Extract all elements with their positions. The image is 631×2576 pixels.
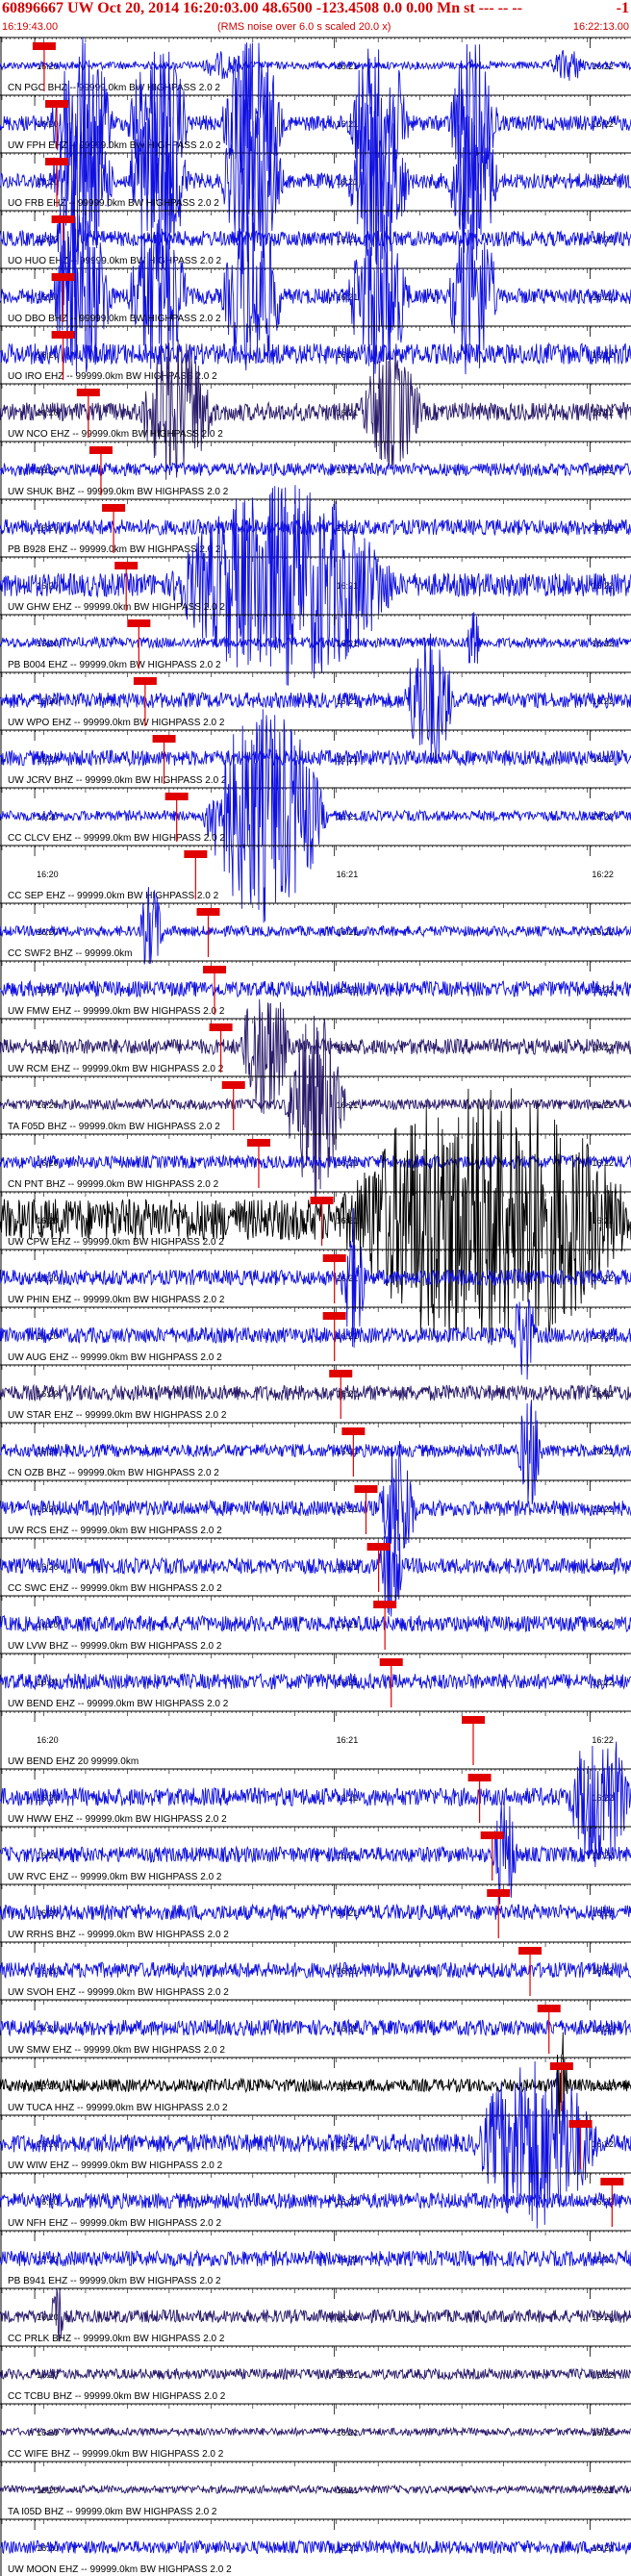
time-tick-label: 16:22 [592,870,614,879]
channel-label: CN OZB BHZ -- 99999.0km BW HIGHPASS 2.0 … [8,1468,219,1478]
rms-note: (RMS noise over 6.0 s scaled 20.0 x) [217,21,391,33]
waveform-trace[interactable] [0,485,631,686]
channel-label: UW BEND EHZ 20 99999.0km [8,1756,139,1767]
waveform-trace[interactable] [0,1614,631,1633]
channel-label: UW GHW EHZ -- 99999.0km BW HIGHPASS 2.0 … [8,602,225,613]
channel-label: UW PHIN EHZ -- 99999.0km BW HIGHPASS 2.0… [8,1295,225,1305]
channel-label: UW BEND EHZ -- 99999.0km BW HIGHPASS 2.0… [8,1699,229,1709]
time-tick-label: 16:21 [337,1735,359,1745]
channel-label: UO DBO BHZ -- 99999.0km BW HIGHPASS 2.0 … [8,314,221,324]
channel-label: CC CLCV EHZ -- 99999.0km BW HIGHPASS 2.0… [8,833,225,844]
channel-label: UW WPO EHZ -- 99999.0km BW HIGHPASS 2.0 … [8,718,225,728]
channel-label: TA F05D BHZ -- 99999.0km BW HIGHPASS 2.0… [8,1122,220,1132]
time-tick-label: 16:20 [37,1735,59,1745]
channel-label: UW NCO EHZ -- 99999.0km BW HIGHPASS 2.0 … [8,429,223,440]
channel-label: UW AUG EHZ -- 99999.0km BW HIGHPASS 2.0 … [8,1352,222,1363]
channel-label: UW RCS EHZ -- 99999.0km BW HIGHPASS 2.0 … [8,1526,222,1536]
waveform-trace[interactable] [0,1298,631,1380]
channel-label: UW FMW EHZ -- 99999.0km BW HIGHPASS 2.0 … [8,1006,225,1017]
channel-label: UW STAR EHZ -- 99999.0km BW HIGHPASS 2.0… [8,1410,227,1421]
channel-label: UO FRB EHZ -- 99999.0km BW HIGHPASS 2.0 … [8,198,219,209]
start-time: 16:19:43.00 [2,21,59,33]
channel-label: CC SWC EHZ -- 99999.0km BW HIGHPASS 2.0 … [8,1583,222,1594]
channel-label: CN PGC BHZ -- 99999.0km BW HIGHPASS 2.0 … [8,83,220,93]
channel-label: CC SWF2 BHZ -- 99999.0km [8,948,132,959]
channel-label: UW LVW BHZ -- 99999.0km BW HIGHPASS 2.0 … [8,1641,222,1652]
event-title: 60896667 UW Oct 20, 2014 16:20:03.00 48.… [2,0,522,16]
time-tick-label: 16:21 [337,870,359,879]
seismogram-panel[interactable]: 16:20 16:21 16:22 CN PGC BHZ -- 99999.0km B… [0,37,631,2576]
time-tick-label: 16:22 [592,1735,614,1745]
waveform-trace[interactable] [0,1672,631,1691]
waveform-trace[interactable] [0,341,631,366]
waveform-trace[interactable] [0,461,631,478]
channel-label: UW JCRV BHZ -- 99999.0km BW HIGHPASS 2.0… [8,775,227,786]
channel-label: CN PNT BHZ -- 99999.0km BW HIGHPASS 2.0 … [8,1179,219,1190]
channel-label: UW RCM EHZ -- 99999.0km BW HIGHPASS 2.0 … [8,1064,224,1074]
time-tick-label: 16:20 [37,870,59,879]
time-tick-label: 16:21 [337,177,359,187]
channel-label: UW HWW EHZ -- 99999.0km BW HIGHPASS 2.0 … [8,1814,227,1825]
channel-label: PB B004 EHZ -- 99999.0km BW HIGHPASS 2.0… [8,660,221,670]
waveform-trace[interactable] [0,50,631,81]
waveform-trace[interactable] [0,339,631,480]
end-time: 16:22:13.00 [572,21,629,33]
waveform-trace[interactable] [0,748,631,768]
channel-label: UW FPH EHZ -- 99999.0km BW HIGHPASS 2.0 … [8,140,221,151]
waveform-trace[interactable] [0,518,631,537]
event-flag: -1 [616,0,629,16]
channel-label: CC SEP EHZ -- 99999.0km BW HIGHPASS 2.0 … [8,891,219,901]
channel-label: PB B928 EHZ -- 99999.0km BW HIGHPASS 2.0… [8,544,221,555]
record-header: 60896667 UW Oct 20, 2014 16:20:03.00 48.… [0,0,631,37]
channel-label: UW CPW EHZ -- 99999.0km BW HIGHPASS 2.0 … [8,1237,224,1248]
channel-label: UO HUO EHZ -- 99999.0km BW HIGHPASS 2.0 … [8,256,222,266]
seismogram-traces[interactable]: 16:20 16:21 16:22 CN PGC BHZ -- 99999.0km B… [0,37,631,2576]
waveform-trace[interactable] [0,979,631,998]
waveform-trace[interactable] [0,1383,631,1402]
channel-label: UW SHUK BHZ -- 99999.0km BW HIGHPASS 2.0… [8,487,229,497]
